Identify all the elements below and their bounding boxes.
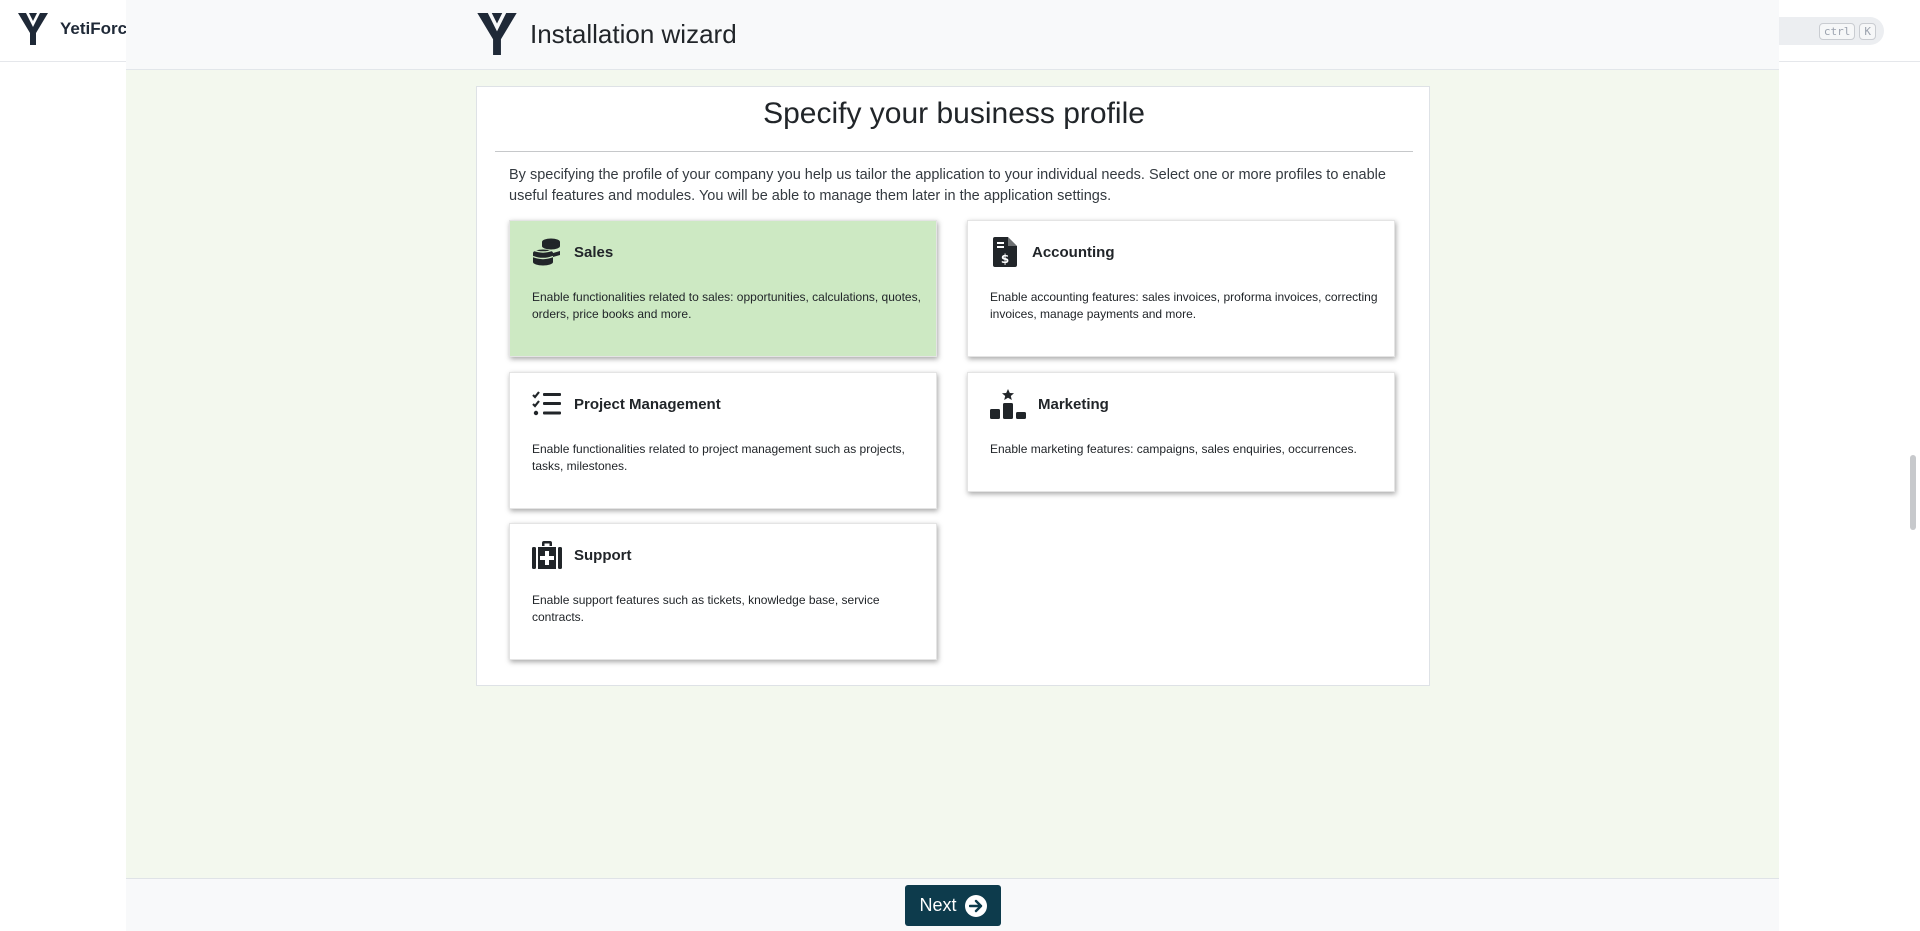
yetiforce-logo-icon	[477, 13, 517, 55]
profile-card-support[interactable]: Support Enable support features such as …	[509, 523, 937, 660]
business-profile-card: Specify your business profile By specify…	[476, 86, 1430, 686]
wizard-header: Installation wizard	[126, 0, 1779, 70]
profile-name-project-management: Project Management	[574, 395, 721, 413]
profile-desc-sales: Enable functionalities related to sales:…	[532, 290, 921, 321]
profile-name-accounting: Accounting	[1032, 243, 1115, 261]
installation-wizard: Installation wizard Specify your busines…	[126, 0, 1779, 931]
profile-name-support: Support	[574, 546, 632, 564]
tasks-list-icon	[532, 389, 562, 419]
profile-head-marketing: Marketing	[990, 389, 1109, 419]
profile-desc-support: Enable support features such as tickets,…	[532, 593, 880, 624]
profile-desc-accounting: Enable accounting features: sales invoic…	[990, 290, 1378, 321]
coins-icon	[532, 237, 562, 267]
kbd-ctrl: ctrl	[1818, 22, 1856, 40]
background-logo[interactable]: YetiForce	[18, 13, 137, 45]
profile-desc-project-management: Enable functionalities related to projec…	[532, 442, 905, 473]
page-title: Specify your business profile	[763, 97, 1145, 130]
profile-name-marketing: Marketing	[1038, 395, 1109, 413]
arrow-circle-right-icon	[964, 894, 987, 917]
profile-desc-marketing: Enable marketing features: campaigns, sa…	[990, 442, 1357, 456]
next-button-label: Next	[919, 895, 957, 915]
svg-text:$: $	[1001, 252, 1009, 266]
wizard-brand: Installation wizard	[476, 13, 737, 55]
profile-head-support: Support	[532, 540, 632, 570]
profile-card-accounting[interactable]: $ Accounting Enable accounting features:…	[967, 220, 1395, 357]
podium-star-icon	[990, 389, 1026, 419]
next-button[interactable]: Next	[905, 885, 1001, 926]
background-scrollbar[interactable]	[1910, 455, 1916, 530]
wizard-footer: Next	[126, 878, 1779, 931]
profile-head-accounting: $ Accounting	[990, 237, 1115, 267]
profile-card-marketing[interactable]: Marketing Enable marketing features: cam…	[967, 372, 1395, 492]
profile-head-sales: Sales	[532, 237, 613, 267]
profile-head-project-management: Project Management	[532, 389, 721, 419]
invoice-dollar-icon: $	[990, 237, 1020, 267]
profile-description-text: By specifying the profile of your compan…	[509, 167, 1386, 204]
wizard-title: Installation wizard	[530, 18, 737, 49]
profile-card-sales[interactable]: Sales Enable functionalities related to …	[509, 220, 937, 357]
yetiforce-logo-icon	[18, 13, 48, 45]
kbd-k: K	[1859, 22, 1876, 40]
profile-name-sales: Sales	[574, 243, 614, 261]
medkit-icon	[532, 540, 562, 570]
divider	[495, 151, 1413, 152]
profile-card-project-management[interactable]: Project Management Enable functionalitie…	[509, 372, 937, 509]
